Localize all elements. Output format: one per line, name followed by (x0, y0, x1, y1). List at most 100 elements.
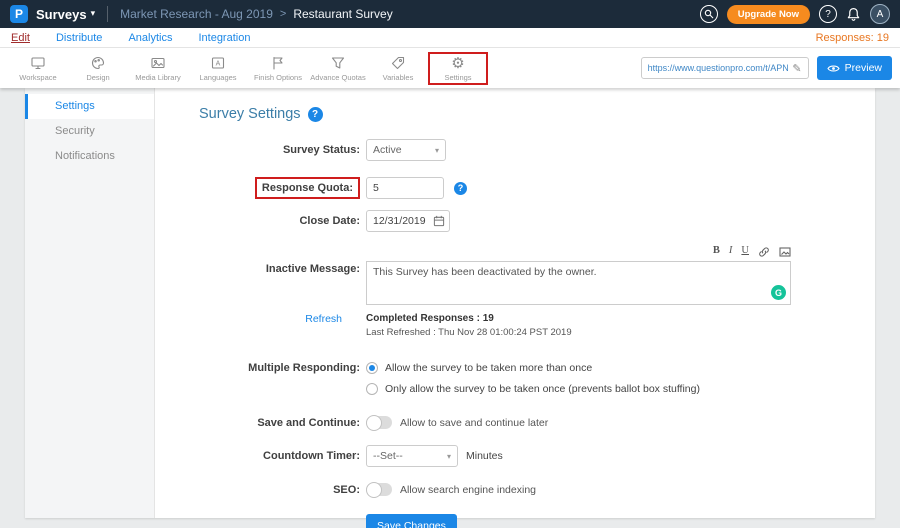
toolbar-item-label: Finish Options (254, 73, 302, 82)
design-palette-icon (90, 55, 106, 71)
last-refreshed-text: Last Refreshed : Thu Nov 28 01:00:24 PST… (366, 327, 572, 338)
tab-integration[interactable]: Integration (198, 32, 250, 44)
settings-sidebar: Settings Security Notifications (25, 88, 155, 518)
chevron-down-icon: ▾ (427, 146, 439, 155)
help-icon[interactable]: ? (819, 5, 837, 23)
image-icon[interactable] (779, 246, 791, 258)
inactive-message-text: This Survey has been deactivated by the … (373, 266, 597, 278)
sidebar-item-settings[interactable]: Settings (25, 94, 154, 119)
preview-button[interactable]: Preview (817, 56, 892, 80)
save-changes-button[interactable]: Save Changes (366, 514, 457, 528)
toolbar-item-label: Languages (199, 73, 236, 82)
upgrade-now-button[interactable]: Upgrade Now (727, 5, 810, 24)
settings-gear-icon: ⚙ (451, 55, 464, 71)
survey-nav-tabs: Edit Distribute Analytics Integration Re… (0, 28, 900, 48)
breadcrumb-survey-name[interactable]: Restaurant Survey (293, 7, 392, 21)
radio-allow-multiple[interactable]: Allow the survey to be taken more than o… (366, 362, 700, 374)
radio-unselected-icon[interactable] (366, 383, 378, 395)
toolbar-item-design[interactable]: Design (68, 52, 128, 85)
survey-status-row: Survey Status: Active ▾ (155, 139, 875, 161)
refresh-row: Refresh Completed Responses : 19 Last Re… (155, 313, 875, 338)
questionpro-logo[interactable]: P (10, 5, 28, 23)
preview-label: Preview (845, 62, 882, 74)
bold-button[interactable]: B (713, 246, 720, 257)
variables-tag-icon (390, 55, 406, 71)
edit-toolbar: Workspace Design Media Library A Languag… (0, 48, 900, 88)
breadcrumb-separator: > (280, 8, 286, 20)
workspace-icon (30, 55, 46, 71)
close-date-label: Close Date: (155, 215, 360, 227)
inactive-message-label: Inactive Message: (155, 244, 360, 275)
link-icon[interactable] (758, 246, 770, 258)
save-and-continue-row: Save and Continue: Allow to save and con… (155, 416, 875, 429)
text-editor-toolbar: B I U (366, 244, 791, 259)
title-help-icon[interactable]: ? (308, 107, 323, 122)
radio-only-once[interactable]: Only allow the survey to be taken once (… (366, 383, 700, 395)
toolbar-item-label: Settings (444, 73, 471, 82)
settings-panel: Settings Security Notifications Survey S… (25, 88, 875, 518)
logo-letter: P (15, 7, 23, 21)
tab-distribute[interactable]: Distribute (56, 32, 102, 44)
countdown-timer-select[interactable]: --Set-- ▾ (366, 445, 458, 467)
page-title: Survey Settings (199, 106, 301, 122)
toolbar-item-label: Workspace (19, 73, 56, 82)
italic-button[interactable]: I (729, 246, 733, 257)
top-bar: P Surveys ▾ Market Research - Aug 2019 >… (0, 0, 900, 28)
countdown-timer-value: --Set-- (373, 450, 403, 462)
save-and-continue-label: Save and Continue: (155, 417, 360, 429)
toolbar-item-label: Design (86, 73, 109, 82)
page-title-row: Survey Settings ? (199, 106, 875, 122)
countdown-timer-row: Countdown Timer: --Set-- ▾ Minutes (155, 445, 875, 467)
product-menu-surveys[interactable]: Surveys (36, 7, 87, 22)
seo-hint: Allow search engine indexing (400, 484, 536, 496)
toolbar-item-advance-quotas[interactable]: Advance Quotas (308, 52, 368, 85)
settings-main: Survey Settings ? Survey Status: Active … (155, 88, 875, 518)
media-library-icon (150, 55, 166, 71)
sidebar-item-notifications[interactable]: Notifications (25, 144, 154, 169)
underline-button[interactable]: U (741, 246, 749, 257)
seo-toggle[interactable] (366, 483, 392, 496)
radio-label: Allow the survey to be taken more than o… (385, 362, 592, 374)
finish-flag-icon (270, 55, 286, 71)
response-quota-label: Response Quota: (255, 177, 360, 199)
grammarly-icon[interactable]: G (771, 285, 786, 300)
save-and-continue-hint: Allow to save and continue later (400, 417, 548, 429)
response-quota-row: Response Quota: ? (155, 177, 875, 199)
inactive-message-row: Inactive Message: B I U This Survey has … (155, 244, 875, 305)
toolbar-item-finish-options[interactable]: Finish Options (248, 52, 308, 85)
breadcrumb-folder[interactable]: Market Research - Aug 2019 (120, 7, 273, 21)
tab-analytics[interactable]: Analytics (128, 32, 172, 44)
chevron-down-icon[interactable]: ▾ (91, 9, 96, 19)
toolbar-item-settings[interactable]: ⚙ Settings (428, 52, 488, 85)
search-icon[interactable] (700, 5, 718, 23)
radio-selected-icon[interactable] (366, 362, 378, 374)
edit-url-pencil-icon[interactable]: ✎ (792, 62, 801, 75)
notifications-bell-icon[interactable] (846, 7, 861, 22)
survey-status-select[interactable]: Active ▾ (366, 139, 446, 161)
toolbar-item-media-library[interactable]: Media Library (128, 52, 188, 85)
inactive-message-textarea[interactable]: This Survey has been deactivated by the … (366, 261, 791, 305)
survey-url-input[interactable] (648, 63, 789, 73)
user-avatar[interactable]: A (870, 4, 890, 24)
divider (107, 6, 108, 22)
countdown-timer-label: Countdown Timer: (155, 450, 360, 462)
tab-edit[interactable]: Edit (11, 32, 30, 44)
radio-label: Only allow the survey to be taken once (… (385, 383, 700, 395)
toolbar-item-workspace[interactable]: Workspace (8, 52, 68, 85)
response-quota-help-icon[interactable]: ? (454, 182, 467, 195)
refresh-link[interactable]: Refresh (305, 313, 342, 325)
survey-status-value: Active (373, 144, 402, 156)
response-quota-input[interactable] (366, 177, 444, 199)
page-content: Settings Security Notifications Survey S… (0, 88, 900, 528)
sidebar-item-security[interactable]: Security (25, 119, 154, 144)
seo-row: SEO: Allow search engine indexing (155, 483, 875, 496)
quota-funnel-icon (330, 55, 346, 71)
save-and-continue-toggle[interactable] (366, 416, 392, 429)
toolbar-item-languages[interactable]: A Languages (188, 52, 248, 85)
completed-responses-text: Completed Responses : 19 (366, 313, 572, 324)
calendar-icon[interactable] (433, 215, 445, 227)
toolbar-item-label: Media Library (135, 73, 180, 82)
refresh-info: Completed Responses : 19 Last Refreshed … (366, 313, 572, 338)
toolbar-item-variables[interactable]: Variables (368, 52, 428, 85)
toolbar-item-label: Advance Quotas (310, 73, 365, 82)
